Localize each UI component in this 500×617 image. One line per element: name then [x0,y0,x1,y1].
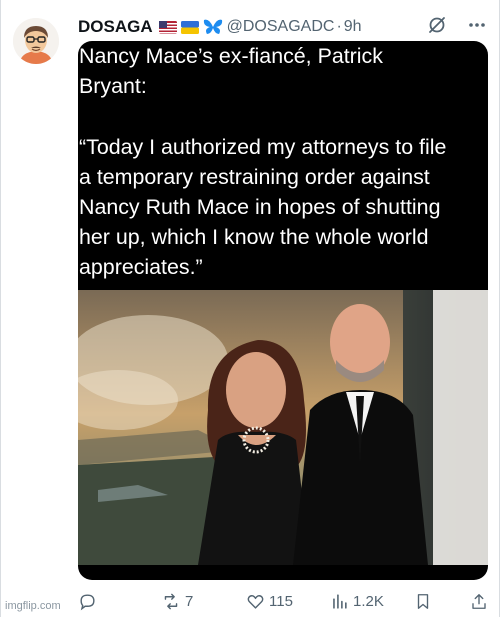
quote-text: Nancy Mace’s ex-fiancé, Patrick Bryant: … [79,44,447,280]
reply-button[interactable] [78,592,101,611]
photo [78,290,488,565]
couple-photo-image [78,290,488,565]
repost-button[interactable]: 7 [161,592,193,611]
views-count: 1.2K [353,593,384,610]
like-button[interactable]: 115 [246,592,293,611]
us-flag-icon [158,20,177,34]
display-name[interactable]: DOSAGA [78,17,153,37]
repost-count: 7 [185,593,194,610]
bookmark-button[interactable] [414,592,432,611]
repost-icon [164,593,178,610]
imgflip-watermark: imgflip.com [5,600,61,612]
ukraine-flag-icon [180,20,199,34]
tweet-media[interactable]: Nancy Mace’s ex-fiancé, Patrick Bryant: … [78,41,488,580]
user-handle[interactable]: @DOSAGADC [227,18,335,36]
action-bar: 7 115 1.2K [78,592,488,616]
like-icon [247,595,264,609]
bookmark-icon [417,594,429,609]
share-icon [472,594,486,609]
views-button[interactable]: 1.2K [330,592,384,611]
name-badges [158,18,223,36]
reply-icon [80,594,95,611]
grok-icon[interactable] [427,15,447,35]
avatar[interactable] [13,18,59,64]
header-actions [427,15,487,35]
views-icon [333,594,347,609]
share-button[interactable] [470,592,488,611]
tweet-header: DOSAGA @DOSAGADC · 9h [78,14,487,40]
separator-dot: · [336,18,342,35]
cartoon-avatar-icon [13,18,59,64]
like-count: 115 [269,593,293,610]
blue-butterfly-icon [203,19,222,34]
tweet-card: DOSAGA @DOSAGADC · 9h Nancy Mace’s ex-fi… [0,0,500,617]
more-icon[interactable] [467,15,487,35]
timestamp[interactable]: 9h [344,18,362,36]
